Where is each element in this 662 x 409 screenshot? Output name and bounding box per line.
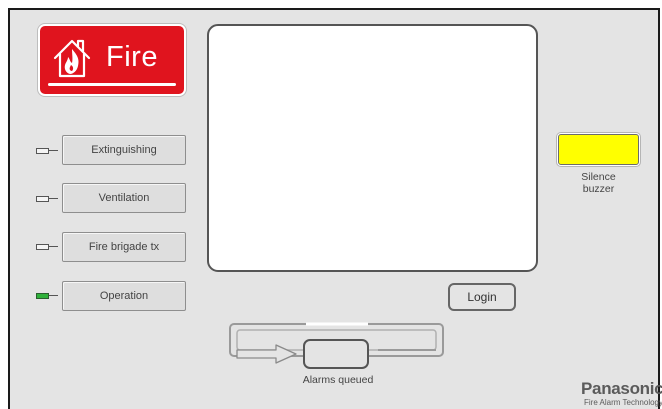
led-connector xyxy=(49,198,58,199)
brand-tagline: Fire Alarm Technology xyxy=(584,398,662,407)
led-connector xyxy=(49,295,58,296)
fire-underline xyxy=(48,83,176,86)
alarms-queued-button[interactable] xyxy=(303,339,369,369)
silence-buzzer-button[interactable] xyxy=(558,134,639,165)
house-fire-icon xyxy=(53,39,91,78)
panasonic-logo: Panasonic xyxy=(581,379,662,398)
extinguishing-button[interactable]: Extinguishing xyxy=(62,135,186,165)
silence-buzzer-label: Silence buzzer xyxy=(581,171,616,195)
alarms-queued-label: Alarms queued xyxy=(302,374,374,386)
queue-arrow-icon xyxy=(236,344,297,364)
operation-button[interactable]: Operation xyxy=(62,281,186,311)
operation-led xyxy=(36,293,49,299)
fire-brigade-tx-button[interactable]: Fire brigade tx xyxy=(62,232,186,262)
message-display xyxy=(207,24,538,272)
login-button[interactable]: Login xyxy=(448,283,516,311)
led-connector xyxy=(49,246,58,247)
fire-brigade-tx-led xyxy=(36,244,49,250)
ventilation-led xyxy=(36,196,49,202)
fire-alarm-badge[interactable]: Fire xyxy=(38,24,186,96)
led-connector xyxy=(49,150,58,151)
fire-label: Fire xyxy=(106,41,158,73)
alarm-queue-graphic xyxy=(229,322,444,369)
ventilation-button[interactable]: Ventilation xyxy=(62,183,186,213)
extinguishing-led xyxy=(36,148,49,154)
